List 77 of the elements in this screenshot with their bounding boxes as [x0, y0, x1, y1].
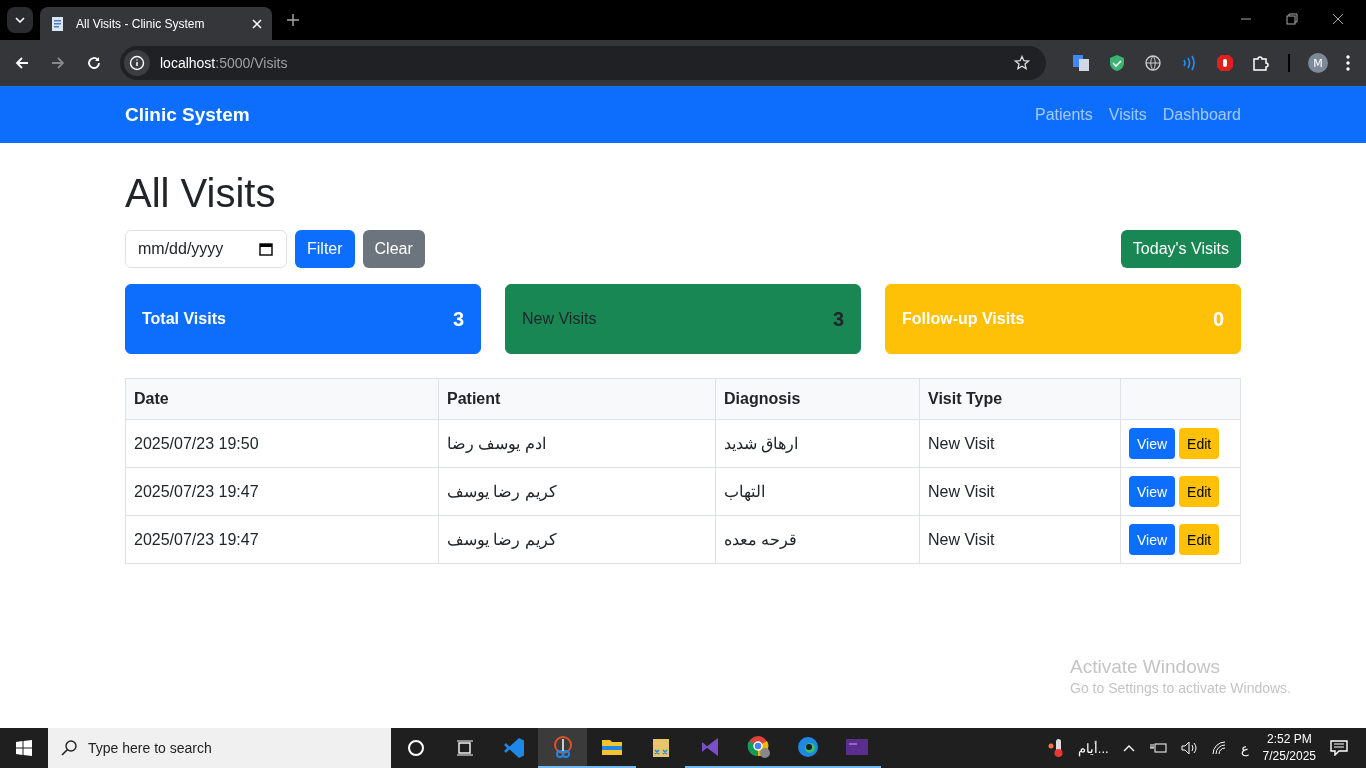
reload-icon[interactable] [86, 55, 102, 71]
table-cell: قرحه معده [715, 515, 920, 564]
stat-label: New Visits [522, 310, 597, 328]
view-button[interactable]: View [1129, 524, 1176, 555]
chrome-icon[interactable] [745, 734, 772, 760]
url-text: localhost:5000/Visits [160, 55, 289, 71]
calendar-icon[interactable] [259, 242, 273, 256]
table-cell: ادم يوسف رضا [438, 419, 716, 468]
view-button[interactable]: View [1129, 428, 1176, 459]
new-tab-icon[interactable] [287, 14, 299, 26]
info-icon[interactable] [124, 50, 150, 76]
stat-value: 0 [1212, 307, 1224, 331]
brand-link[interactable]: Clinic System [125, 104, 250, 126]
stat-value: 3 [452, 307, 464, 331]
language-indicator[interactable]: ع [1240, 740, 1249, 756]
nav-link[interactable]: Patients [1034, 106, 1093, 124]
table-cell: New Visit [919, 419, 1121, 468]
back-arrow-icon[interactable] [14, 55, 30, 71]
shield-check-icon[interactable] [1108, 54, 1126, 72]
browser-tab[interactable]: All Visits - Clinic System [40, 7, 272, 40]
battery-plug-icon[interactable] [1148, 741, 1167, 755]
table-cell: 2025/07/23 19:47 [125, 515, 439, 564]
star-icon[interactable] [1014, 55, 1030, 71]
table-cell: New Visit [919, 515, 1121, 564]
document-icon [50, 15, 66, 32]
column-header: Date [125, 378, 439, 420]
globe-icon[interactable] [1144, 54, 1162, 72]
code-editor-icon[interactable] [501, 736, 526, 760]
tab-title: All Visits - Clinic System [76, 16, 206, 31]
column-header: Diagnosis [715, 378, 920, 420]
table-cell: التهاب [715, 467, 920, 516]
clear-button[interactable]: Clear [362, 230, 425, 268]
tab-search-button[interactable] [7, 7, 33, 33]
forward-arrow-icon[interactable] [50, 55, 66, 71]
profile-avatar[interactable]: M [1308, 53, 1328, 73]
activation-message: Go to Settings to activate Windows. [1070, 680, 1292, 696]
edit-button[interactable]: Edit [1179, 476, 1220, 507]
table-cell: 2025/07/23 19:50 [125, 419, 439, 468]
nav-link[interactable]: Visits [1108, 106, 1147, 124]
stat-label: Total Visits [142, 310, 226, 328]
thermometer-icon[interactable] [1047, 738, 1064, 758]
page-title: All Visits [125, 170, 277, 217]
close-icon[interactable] [1332, 13, 1344, 25]
taskbar-search-field[interactable]: Type here to search [48, 728, 391, 768]
date-field[interactable]: mm/dd/yyyy [125, 230, 287, 268]
signal-waves-icon[interactable] [1180, 54, 1198, 72]
wifi-icon[interactable] [1210, 741, 1227, 755]
activation-title: Activate Windows [1070, 656, 1221, 678]
column-header: Patient [438, 378, 716, 420]
filter-button[interactable]: Filter [295, 230, 355, 268]
cortana-circle-icon[interactable] [406, 739, 425, 757]
table-cell: كريم رضا يوسف [438, 515, 716, 564]
search-icon [60, 739, 78, 757]
volume-icon[interactable] [1180, 741, 1197, 755]
table-cell: 2025/07/23 19:47 [125, 467, 439, 516]
nav-link[interactable]: Dashboard [1162, 106, 1241, 124]
task-view-icon[interactable] [455, 739, 474, 757]
column-header: Visit Type [919, 378, 1121, 420]
address-bar[interactable]: localhost:5000/Visits [120, 46, 1046, 80]
edit-button[interactable]: Edit [1179, 524, 1220, 555]
weather-text[interactable]: أيام... [1077, 740, 1109, 756]
clock[interactable]: 2:52 PM 7/25/2025 [1262, 731, 1316, 765]
stat-label: Follow-up Visits [902, 310, 1025, 328]
table-cell: New Visit [919, 467, 1121, 516]
notification-icon[interactable] [1330, 740, 1348, 756]
more-options-icon[interactable] [1346, 55, 1350, 71]
view-button[interactable]: View [1129, 476, 1176, 507]
todays-visits-button[interactable]: Today's Visits [1120, 230, 1241, 268]
windows-start-icon[interactable] [16, 740, 32, 756]
chevron-down-icon [15, 17, 25, 23]
edit-button[interactable]: Edit [1179, 428, 1220, 459]
table-cell: كريم رضا يوسف [438, 467, 716, 516]
table-cell: ارهاق شديد [715, 419, 920, 468]
chevron-up-icon[interactable] [1122, 744, 1135, 752]
restore-icon[interactable] [1286, 13, 1298, 25]
puzzle-piece-icon[interactable] [1252, 54, 1270, 72]
stat-value: 3 [832, 307, 844, 331]
